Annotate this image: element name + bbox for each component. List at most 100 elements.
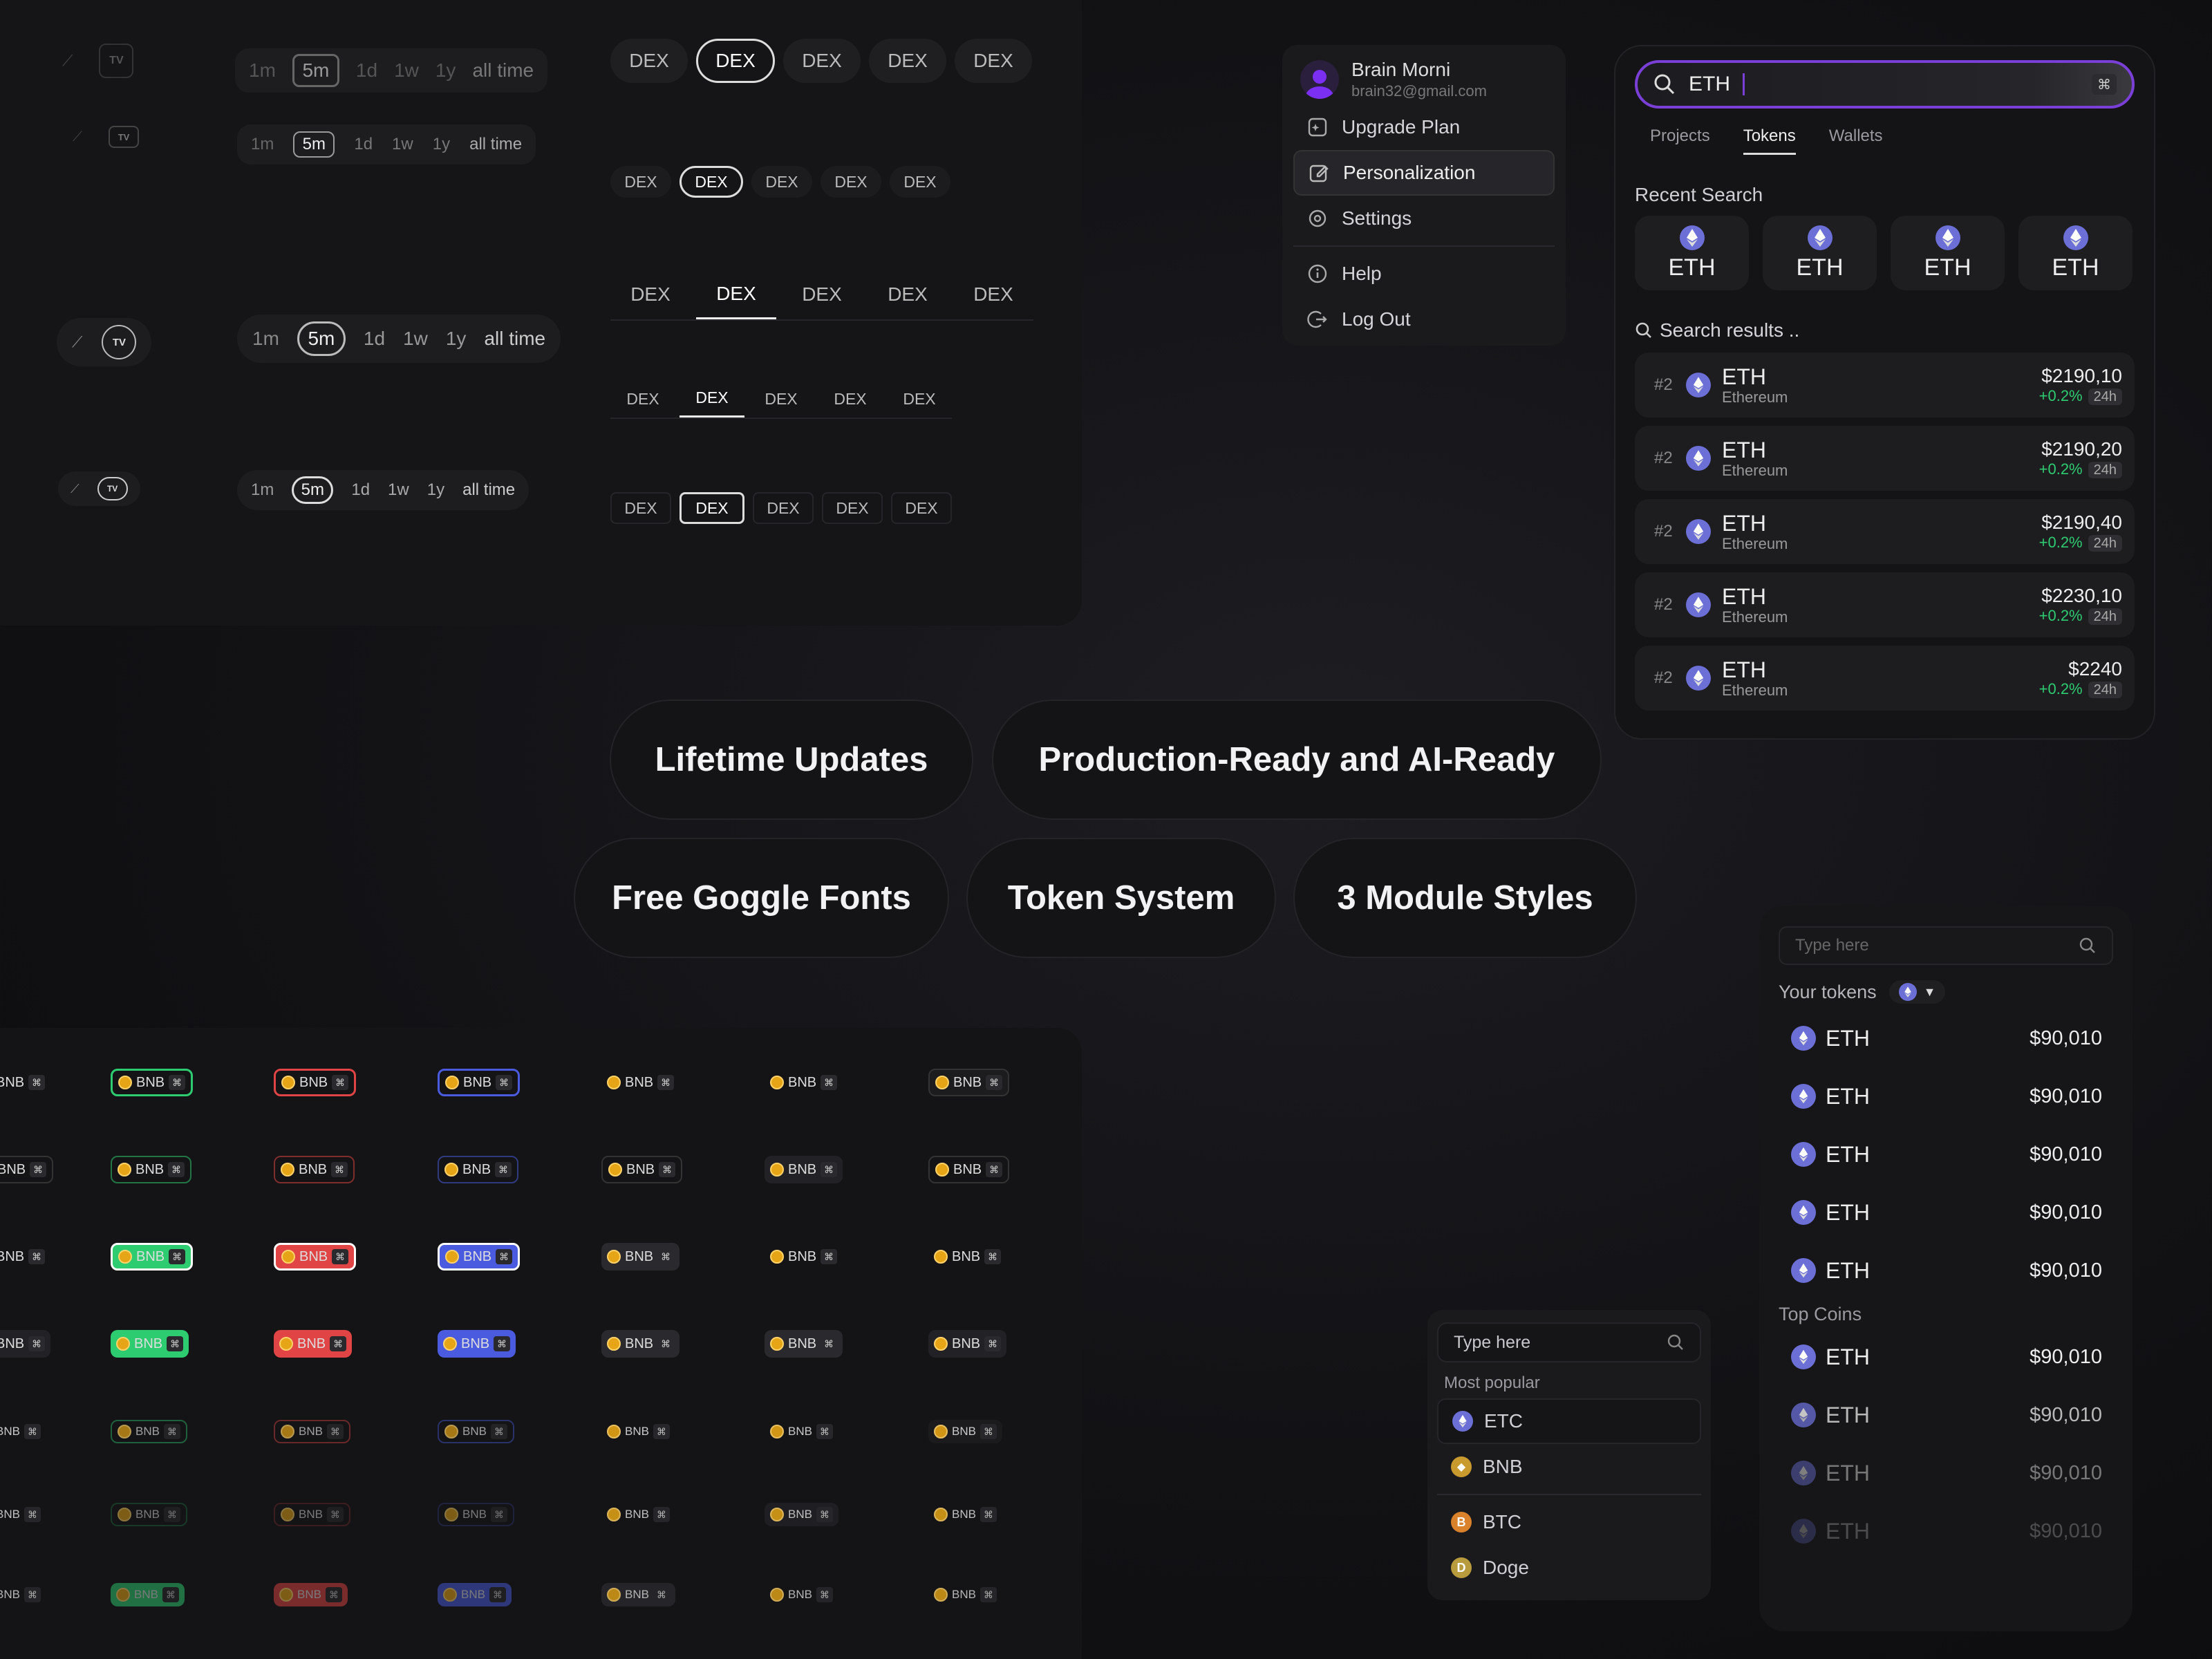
bnb-token-badge[interactable]: BNB⌘ <box>438 1583 512 1606</box>
bnb-token-badge[interactable]: BNB⌘ <box>0 1503 46 1526</box>
bnb-token-badge[interactable]: BNB⌘ <box>928 1243 1006 1271</box>
bnb-token-badge[interactable]: BNB⌘ <box>111 1503 187 1526</box>
search-input[interactable]: ETH ⌘ <box>1635 60 2135 109</box>
bnb-icon <box>770 1508 784 1521</box>
bnb-token-badge[interactable]: BNB⌘ <box>601 1243 680 1271</box>
avatar[interactable] <box>1300 60 1339 99</box>
token-row[interactable]: ETH $90,010 <box>1779 1241 2113 1300</box>
bnb-token-badge[interactable]: BNB⌘ <box>928 1156 1010 1183</box>
bnb-token-badge[interactable]: BNB⌘ <box>765 1156 843 1183</box>
token-row[interactable]: ETH $90,010 <box>1779 1328 2113 1386</box>
bnb-token-badge[interactable]: BNB⌘ <box>274 1583 348 1606</box>
badge-label: BNB <box>0 1425 20 1438</box>
token-symbol: ETH <box>1826 1257 1870 1283</box>
bnb-token-badge[interactable]: BNB⌘ <box>274 1330 353 1358</box>
menu-item-personalization[interactable]: Personalization <box>1293 150 1555 196</box>
token-row[interactable]: ETH $90,010 <box>1779 1444 2113 1502</box>
bnb-token-badge[interactable]: BNB⌘ <box>0 1330 51 1358</box>
bnb-token-badge[interactable]: BNB⌘ <box>274 1156 355 1183</box>
bnb-token-badge[interactable]: BNB⌘ <box>928 1420 1002 1443</box>
tab-tokens[interactable]: Tokens <box>1743 126 1796 155</box>
bnb-token-badge[interactable]: BNB⌘ <box>438 1420 514 1443</box>
token-row[interactable]: ETH $90,010 <box>1779 1009 2113 1067</box>
bnb-token-badge[interactable]: BNB⌘ <box>928 1069 1010 1096</box>
bnb-token-badge[interactable]: BNB⌘ <box>438 1330 516 1358</box>
bnb-icon <box>934 1508 948 1521</box>
bnb-token-badge[interactable]: BNB⌘ <box>274 1420 350 1443</box>
recent-search-item[interactable]: ETH <box>2018 216 2133 290</box>
bnb-token-badge[interactable]: BNB⌘ <box>0 1420 46 1443</box>
menu-divider <box>1437 1494 1701 1495</box>
bnb-token-badge[interactable]: BNB⌘ <box>928 1330 1007 1358</box>
bnb-token-badge[interactable]: BNB⌘ <box>0 1069 50 1096</box>
recent-search-item[interactable]: ETH <box>1635 216 1749 290</box>
token-row[interactable]: ETH $90,010 <box>1779 1386 2113 1444</box>
bnb-token-badge[interactable]: BNB⌘ <box>601 1069 679 1096</box>
shortcut-key: ⌘ <box>984 1336 1002 1351</box>
bnb-token-badge[interactable]: BNB⌘ <box>765 1583 838 1606</box>
token-search-input[interactable]: Type here <box>1779 926 2113 965</box>
shortcut-key: ⌘ <box>984 1249 1002 1264</box>
bnb-token-badge[interactable]: BNB⌘ <box>601 1156 683 1183</box>
search-result-row[interactable]: #2 ETH Ethereum $2190,40 +0.2% 24h <box>1635 499 2135 564</box>
bnb-token-badge[interactable]: BNB⌘ <box>765 1069 843 1096</box>
bnb-token-badge[interactable]: BNB⌘ <box>601 1503 675 1526</box>
bnb-token-badge[interactable]: BNB⌘ <box>438 1156 519 1183</box>
bnb-token-badge[interactable]: BNB⌘ <box>601 1583 675 1606</box>
result-period: 24h <box>2088 388 2122 405</box>
coin-option-btc[interactable]: B BTC <box>1437 1499 1701 1545</box>
bnb-token-badge[interactable]: BNB⌘ <box>765 1330 843 1358</box>
menu-item-help[interactable]: Help <box>1293 251 1555 297</box>
bnb-token-badge[interactable]: BNB⌘ <box>111 1243 194 1271</box>
network-select[interactable]: ▼ <box>1888 980 1946 1004</box>
bnb-token-badge[interactable]: BNB⌘ <box>111 1583 185 1606</box>
token-value: $90,010 <box>2030 1027 2102 1049</box>
token-row[interactable]: ETH $90,010 <box>1779 1502 2113 1560</box>
bnb-token-badge[interactable]: BNB⌘ <box>0 1243 50 1271</box>
bnb-token-badge[interactable]: BNB⌘ <box>0 1583 46 1606</box>
coin-option-doge[interactable]: D Doge <box>1437 1545 1701 1591</box>
bnb-token-badge[interactable]: BNB⌘ <box>111 1069 194 1096</box>
coin-option-bnb[interactable]: ◆ BNB <box>1437 1444 1701 1490</box>
bnb-token-badge[interactable]: BNB⌘ <box>274 1503 350 1526</box>
search-result-row[interactable]: #2 ETH Ethereum $2190,10 +0.2% 24h <box>1635 353 2135 418</box>
bnb-token-badge[interactable]: BNB⌘ <box>601 1330 680 1358</box>
recent-search-item[interactable]: ETH <box>1763 216 1877 290</box>
bnb-token-badge[interactable]: BNB⌘ <box>0 1156 54 1183</box>
bnb-token-badge[interactable]: BNB⌘ <box>111 1330 189 1358</box>
coin-option-etc[interactable]: ETC <box>1437 1398 1701 1444</box>
bnb-token-badge[interactable]: BNB⌘ <box>765 1243 843 1271</box>
token-row[interactable]: ETH $90,010 <box>1779 1067 2113 1125</box>
coin-search-input[interactable]: Type here <box>1437 1322 1701 1362</box>
result-price: $2190,20 <box>2041 438 2122 460</box>
bnb-token-badge[interactable]: BNB⌘ <box>601 1420 675 1443</box>
menu-item-settings[interactable]: Settings <box>1293 196 1555 241</box>
bnb-token-badge[interactable]: BNB⌘ <box>928 1583 1002 1606</box>
bnb-token-badge[interactable]: BNB⌘ <box>111 1420 187 1443</box>
bnb-token-badge[interactable]: BNB⌘ <box>274 1243 357 1271</box>
token-value: $90,010 <box>2030 1259 2102 1282</box>
recent-search-item[interactable]: ETH <box>1891 216 2005 290</box>
search-result-row[interactable]: #2 ETH Ethereum $2230,10 +0.2% 24h <box>1635 572 2135 637</box>
bnb-token-badge[interactable]: BNB⌘ <box>438 1243 521 1271</box>
bnb-token-badge[interactable]: BNB⌘ <box>928 1503 1002 1526</box>
search-result-row[interactable]: #2 ETH Ethereum $2240 +0.2% 24h <box>1635 646 2135 711</box>
bnb-token-badge[interactable]: BNB⌘ <box>438 1069 521 1096</box>
bnb-token-badge[interactable]: BNB⌘ <box>438 1503 514 1526</box>
token-symbol: ETH <box>1826 1402 1870 1427</box>
tab-projects[interactable]: Projects <box>1650 126 1710 155</box>
recent-symbol: ETH <box>2052 254 2099 281</box>
bnb-token-badge[interactable]: BNB⌘ <box>274 1069 357 1096</box>
search-result-row[interactable]: #2 ETH Ethereum $2190,20 +0.2% 24h <box>1635 426 2135 491</box>
bnb-token-badge[interactable]: BNB⌘ <box>765 1420 838 1443</box>
menu-item-upgrade-plan[interactable]: Upgrade Plan <box>1293 104 1555 150</box>
tab-wallets[interactable]: Wallets <box>1829 126 1883 155</box>
bnb-token-badge[interactable]: BNB⌘ <box>111 1156 192 1183</box>
shortcut-key: ⌘ <box>325 1587 342 1602</box>
token-row[interactable]: ETH $90,010 <box>1779 1125 2113 1183</box>
token-row[interactable]: ETH $90,010 <box>1779 1183 2113 1241</box>
menu-item-logout[interactable]: Log Out <box>1293 297 1555 342</box>
ethereum-icon <box>1791 1200 1816 1225</box>
bnb-token-badge[interactable]: BNB⌘ <box>765 1503 838 1526</box>
ethereum-icon <box>1686 373 1711 397</box>
